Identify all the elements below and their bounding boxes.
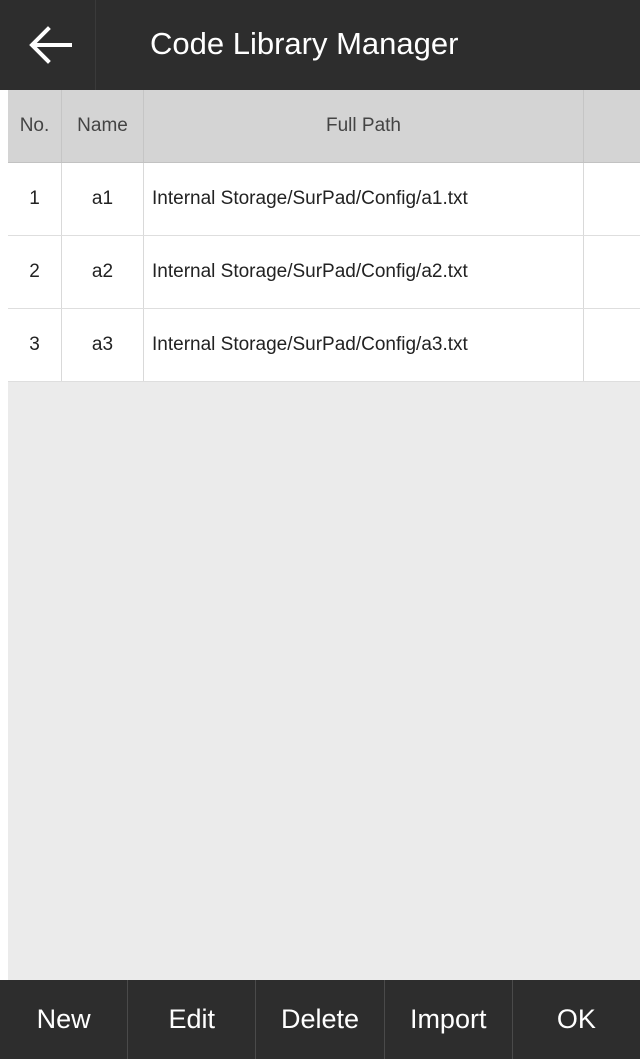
import-button[interactable]: Import	[385, 980, 513, 1059]
ok-button[interactable]: OK	[513, 980, 640, 1059]
page-title: Code Library Manager	[150, 26, 459, 61]
back-button[interactable]	[0, 0, 96, 90]
row-no: 1	[8, 163, 62, 235]
table-row[interactable]: 2 a2 Internal Storage/SurPad/Config/a2.t…	[8, 236, 640, 309]
column-header-no: No.	[8, 90, 62, 162]
table-header: No. Name Full Path	[8, 90, 640, 163]
row-no: 3	[8, 309, 62, 381]
code-library-list: No. Name Full Path 1 a1 Internal Storage…	[8, 90, 640, 980]
arrow-left-icon	[29, 26, 72, 64]
row-extra	[584, 309, 640, 381]
row-name: a3	[62, 309, 144, 381]
row-full-path: Internal Storage/SurPad/Config/a1.txt	[144, 163, 584, 235]
row-extra	[584, 236, 640, 308]
column-header-name: Name	[62, 90, 144, 162]
row-no: 2	[8, 236, 62, 308]
table-row[interactable]: 1 a1 Internal Storage/SurPad/Config/a1.t…	[8, 163, 640, 236]
row-full-path: Internal Storage/SurPad/Config/a3.txt	[144, 309, 584, 381]
row-name: a2	[62, 236, 144, 308]
column-header-extra	[584, 90, 640, 162]
row-extra	[584, 163, 640, 235]
row-full-path: Internal Storage/SurPad/Config/a2.txt	[144, 236, 584, 308]
bottom-toolbar: New Edit Delete Import OK	[0, 980, 640, 1059]
row-name: a1	[62, 163, 144, 235]
table-row[interactable]: 3 a3 Internal Storage/SurPad/Config/a3.t…	[8, 309, 640, 382]
column-header-full-path: Full Path	[144, 90, 584, 162]
delete-button[interactable]: Delete	[256, 980, 385, 1059]
new-button[interactable]: New	[0, 980, 129, 1059]
edit-button[interactable]: Edit	[128, 980, 257, 1059]
top-bar: Code Library Manager	[0, 0, 640, 90]
